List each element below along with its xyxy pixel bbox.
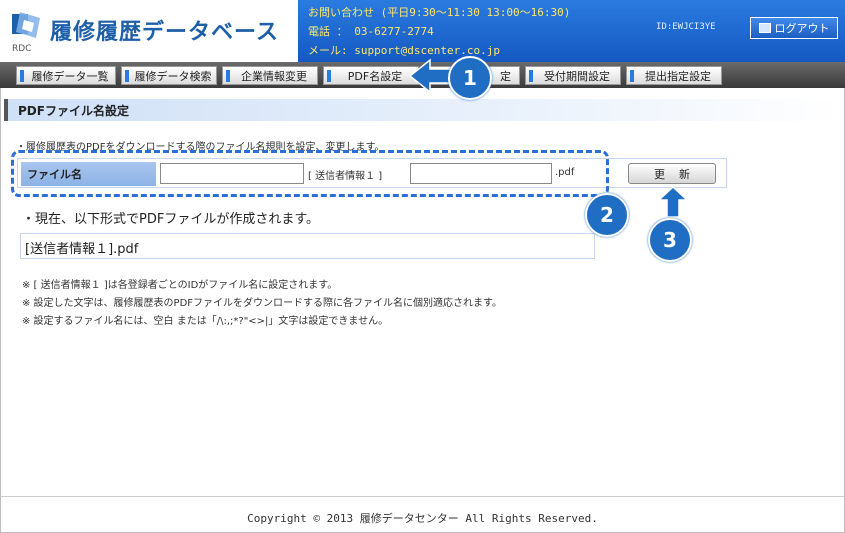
tab-rireki-list[interactable]: 履修データ一覧 <box>16 66 116 85</box>
callout-step-3: 3 <box>648 218 692 262</box>
tab-rireki-search[interactable]: 履修データ検索 <box>121 66 217 85</box>
arrow-up-icon <box>658 186 688 218</box>
note-item: ※ [ 送信者情報１ ]は各登録者ごとのIDがファイル名に設定されます。 <box>22 280 338 291</box>
note-item: ※ 設定した文字は、履修履歴表のPDFファイルをダウンロードする際に各ファイル名… <box>22 298 503 309</box>
contact-hours: お問い合わせ (平日9:30〜11:30 13:00〜16:30) <box>308 6 571 19</box>
preview-filename: [送信者情報１].pdf <box>20 233 595 259</box>
highlight-dashed-box <box>11 150 609 197</box>
tab-label: 履修データ検索 <box>134 69 212 83</box>
logout-button[interactable]: ログアウト <box>750 17 838 39</box>
callout-step-2: 2 <box>585 193 629 237</box>
note-item: ※ 設定するファイル名には、空白 または「/\:,;*?"<>|」文字は設定でき… <box>22 316 389 327</box>
footer: Copyright © 2013 履修データセンター All Rights Re… <box>0 496 845 533</box>
preview-heading: ・現在、以下形式でPDFファイルが作成されます。 <box>22 212 320 227</box>
section-header: PDFファイル名設定 <box>4 99 842 121</box>
contact-phone: 電話 ： 03-6277-2774 <box>308 25 434 38</box>
logo-mark-icon <box>12 12 40 38</box>
page-title: PDFファイル名設定 <box>18 104 129 118</box>
update-button[interactable]: 更新 <box>628 163 716 184</box>
logout-label: ログアウト <box>774 22 830 35</box>
contact-panel: お問い合わせ (平日9:30〜11:30 13:00〜16:30) 電話 ： 0… <box>298 0 845 62</box>
tab-submission-setting[interactable]: 提出指定設定 <box>626 66 722 85</box>
tab-label: 企業情報変更 <box>241 69 307 83</box>
tab-label: 受付期間設定 <box>544 69 610 83</box>
tab-label: 提出指定設定 <box>645 69 711 83</box>
tab-pdf-name[interactable]: PDF名設定 <box>323 66 419 85</box>
callout-step-1: 1 <box>448 56 492 100</box>
logout-icon <box>758 23 771 33</box>
logo: 履修履歴データベース RDC <box>6 6 296 58</box>
user-id: ID:EWJCI3YE <box>656 22 716 32</box>
logo-title: 履修履歴データベース <box>50 20 279 45</box>
tab-label: 定 <box>500 69 511 83</box>
copyright: Copyright © 2013 履修データセンター All Rights Re… <box>247 512 598 525</box>
tab-company-info[interactable]: 企業情報変更 <box>222 66 318 85</box>
logo-sub: RDC <box>12 44 32 54</box>
tab-reception-period[interactable]: 受付期間設定 <box>525 66 621 85</box>
tab-label: PDF名設定 <box>347 69 403 83</box>
tab-label: 履修データ一覧 <box>31 69 109 83</box>
header: 履修履歴データベース RDC お問い合わせ (平日9:30〜11:30 13:0… <box>0 0 845 62</box>
